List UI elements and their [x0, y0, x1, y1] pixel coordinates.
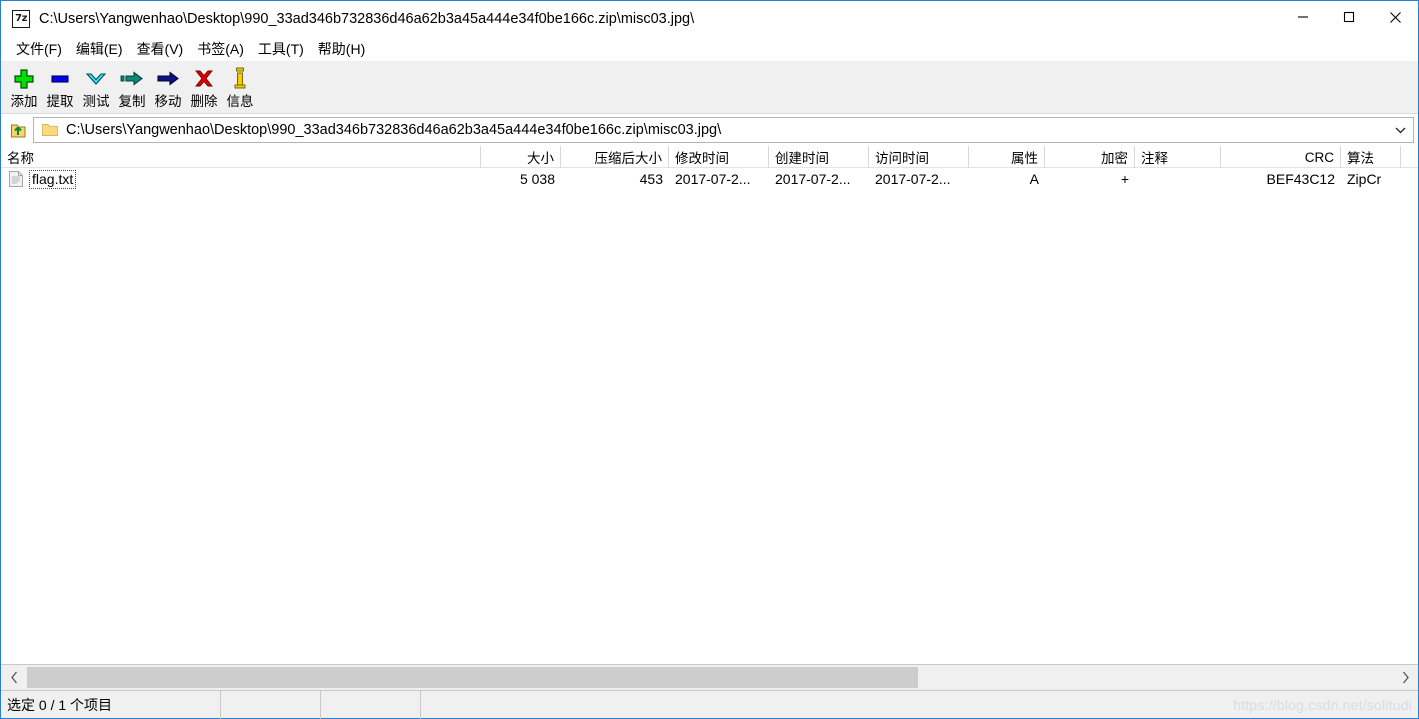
maximize-button[interactable]: [1326, 1, 1372, 33]
move-arrow-icon: [156, 67, 180, 89]
cell-comment: [1135, 168, 1221, 190]
cell-modified: 2017-07-2...: [675, 171, 751, 187]
cell-created: 2017-07-2...: [775, 171, 851, 187]
column-header-modified[interactable]: 修改时间: [669, 146, 769, 168]
window-controls: [1280, 1, 1418, 37]
toolbar-delete-label: 删除: [190, 94, 218, 109]
chevron-down-icon: [85, 67, 107, 89]
scroll-left-arrow-icon[interactable]: [1, 665, 27, 690]
column-header-crypt[interactable]: 加密: [1045, 146, 1135, 168]
path-combobox[interactable]: C:\Users\Yangwenhao\Desktop\990_33ad346b…: [33, 117, 1414, 143]
column-header-accessed[interactable]: 访问时间: [869, 146, 969, 168]
status-pane-2: [221, 690, 321, 719]
cell-size: 5 038: [519, 171, 555, 187]
toolbar-delete-button[interactable]: 删除: [186, 64, 222, 110]
folder-icon: [42, 123, 58, 137]
cell-crc: BEF43C12: [1266, 171, 1335, 187]
cell-method: ZipCr: [1347, 171, 1382, 187]
column-header-created[interactable]: 创建时间: [769, 146, 869, 168]
cell-crypt: +: [1120, 171, 1129, 187]
toolbar-test-button[interactable]: 测试: [78, 64, 114, 110]
toolbar-extract-label: 提取: [46, 94, 74, 109]
menu-help[interactable]: 帮助(H): [311, 38, 372, 60]
scrollbar-track[interactable]: [27, 665, 1392, 690]
path-dropdown-arrow-icon[interactable]: [1387, 118, 1413, 142]
menu-bar: 文件(F) 编辑(E) 查看(V) 书签(A) 工具(T) 帮助(H): [1, 37, 1418, 61]
column-header-attrs[interactable]: 属性: [969, 146, 1045, 168]
toolbar-copy-label: 复制: [118, 94, 146, 109]
app-icon-7zip: 7z: [12, 10, 30, 28]
menu-edit[interactable]: 编辑(E): [69, 38, 130, 60]
toolbar-add-button[interactable]: 添加: [6, 64, 42, 110]
column-header-size[interactable]: 大小: [481, 146, 561, 168]
column-header-name[interactable]: 名称: [1, 146, 481, 168]
column-header-comment[interactable]: 注释: [1135, 146, 1221, 168]
column-header-packed[interactable]: 压缩后大小: [561, 146, 669, 168]
file-list-body[interactable]: flag.txt 5 038 453 2017-07-2... 2017-07-…: [1, 168, 1418, 664]
close-button[interactable]: [1372, 1, 1418, 33]
toolbar-add-label: 添加: [10, 94, 38, 109]
status-pane-3: [321, 690, 421, 719]
toolbar-info-label: 信息: [226, 94, 254, 109]
cell-name[interactable]: flag.txt: [1, 168, 481, 190]
file-name-text: flag.txt: [29, 169, 77, 189]
info-i-icon: [229, 67, 251, 89]
text-file-icon: [9, 171, 23, 187]
toolbar-extract-button[interactable]: 提取: [42, 64, 78, 110]
menu-bookmarks[interactable]: 书签(A): [190, 38, 251, 60]
address-bar: C:\Users\Yangwenhao\Desktop\990_33ad346b…: [1, 114, 1418, 146]
menu-tools[interactable]: 工具(T): [251, 38, 311, 60]
plus-icon: [13, 67, 35, 89]
column-header-method[interactable]: 算法: [1341, 146, 1401, 168]
minus-bar-icon: [49, 67, 71, 89]
toolbar-info-button[interactable]: 信息: [222, 64, 258, 110]
toolbar-test-label: 测试: [82, 94, 110, 109]
menu-file[interactable]: 文件(F): [9, 38, 69, 60]
scrollbar-thumb[interactable]: [27, 667, 918, 688]
title-bar: 7z C:\Users\Yangwenhao\Desktop\990_33ad3…: [1, 1, 1418, 37]
horizontal-scrollbar[interactable]: [1, 664, 1418, 690]
sevenzip-window: 7z C:\Users\Yangwenhao\Desktop\990_33ad3…: [0, 0, 1419, 719]
toolbar-move-label: 移动: [154, 94, 182, 109]
watermark-text: https://blog.csdn.net/solitudi: [1233, 696, 1412, 713]
file-list-header: 名称 大小 压缩后大小 修改时间 创建时间 访问时间 属性 加密 注释 CRC …: [1, 146, 1418, 168]
status-bar: 选定 0 / 1 个项目 https://blog.csdn.net/solit…: [1, 690, 1418, 719]
cell-accessed: 2017-07-2...: [875, 171, 951, 187]
path-text: C:\Users\Yangwenhao\Desktop\990_33ad346b…: [66, 122, 722, 138]
toolbar: 添加 提取 测试 复制 移动 删除 信息: [1, 61, 1418, 114]
cell-packed: 453: [639, 171, 663, 187]
status-selection: 选定 0 / 1 个项目: [1, 690, 221, 719]
window-title: C:\Users\Yangwenhao\Desktop\990_33ad346b…: [39, 11, 695, 27]
toolbar-copy-button[interactable]: 复制: [114, 64, 150, 110]
copy-arrow-icon: [120, 67, 144, 89]
column-header-crc[interactable]: CRC: [1221, 146, 1341, 168]
up-one-level-button[interactable]: [5, 117, 31, 143]
minimize-button[interactable]: [1280, 1, 1326, 33]
cell-attrs: A: [1029, 171, 1039, 187]
menu-view[interactable]: 查看(V): [130, 38, 191, 60]
scroll-right-arrow-icon[interactable]: [1392, 665, 1418, 690]
delete-x-icon: [193, 67, 215, 89]
table-row[interactable]: flag.txt 5 038 453 2017-07-2... 2017-07-…: [1, 168, 1418, 190]
toolbar-move-button[interactable]: 移动: [150, 64, 186, 110]
